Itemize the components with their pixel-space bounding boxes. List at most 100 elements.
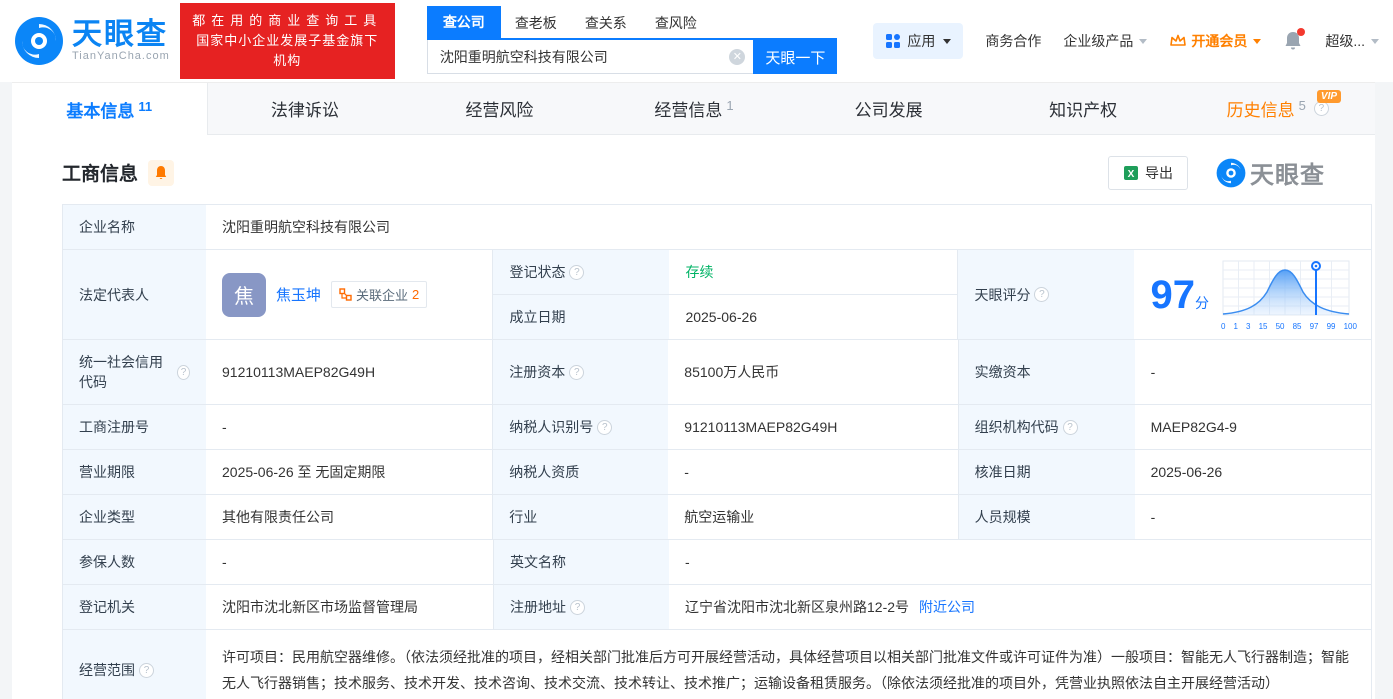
table-row: 参保人数 - 英文名称 - [63,540,1371,585]
taxpayer-quality-label: 纳税人资质 [492,450,668,494]
tab-operation-info[interactable]: 经营信息 1 [597,83,792,134]
company-name-value: 沈阳重明航空科技有限公司 [206,205,1371,249]
reg-authority-label: 登记机关 [63,585,206,629]
search-tab-boss[interactable]: 查老板 [501,8,571,38]
related-companies-badge[interactable]: 关联企业 2 [331,281,427,308]
table-row: 经营范围 ? 许可项目：民用航空器维修。（依法须经批准的项目，经相关部门批准后方… [63,630,1371,699]
taxpayer-id-label: 纳税人识别号 [509,417,593,437]
export-button[interactable]: X 导出 [1108,156,1188,190]
nav-open-vip[interactable]: 开通会员 [1169,31,1261,51]
industry-label: 行业 [492,495,668,539]
table-row: 工商注册号 - 纳税人识别号 ? 91210113MAEP82G49H 组织机构… [63,405,1371,450]
nav-business-cooperation[interactable]: 商务合作 [985,31,1041,51]
search-area: 查公司 查老板 查关系 查风险 ✕ 天眼一下 [427,8,838,74]
reg-capital-value: 85100万人民币 [668,340,957,404]
vip-label: 开通会员 [1191,31,1247,51]
score-label: 天眼评分 [974,285,1030,305]
slogan-banner: 都在用的商业查询工具 国家中小企业发展子基金旗下机构 [180,3,395,79]
reg-address-label: 注册地址 [510,597,566,617]
notifications-bell-icon[interactable] [1283,30,1303,52]
reg-number-label: 工商注册号 [63,405,206,449]
svg-text:X: X [1128,169,1135,180]
business-term-value: 2025-06-26 至 无固定期限 [206,450,492,494]
reg-status-value: 存续 [669,250,957,294]
tab-basic-info[interactable]: 基本信息 11 [12,83,208,135]
business-scope-value: 许可项目：民用航空器维修。（依法须经批准的项目，经相关部门批准后方可开展经营活动… [206,630,1371,699]
tab-company-development[interactable]: 公司发展 [791,83,986,134]
reg-authority-value: 沈阳市沈北新区市场监督管理局 [206,585,493,629]
company-name-label: 企业名称 [63,205,206,249]
account-label: 超级... [1325,31,1365,51]
credit-code-value: 91210113MAEP82G49H [206,340,492,404]
help-icon[interactable]: ? [597,420,612,435]
watermark-swirl-icon [1216,158,1246,188]
business-scope-label-cell: 经营范围 ? [63,630,206,699]
reg-address-cell: 辽宁省沈阳市沈北新区泉州路12-2号 附近公司 [669,585,1371,629]
enterprise-caret-icon [1139,39,1147,44]
tab-operation-risk[interactable]: 经营风险 [402,83,597,134]
reg-capital-label-cell: 注册资本 ? [492,340,668,404]
search-button[interactable]: 天眼一下 [753,40,837,74]
credit-code-label-cell: 统一社会信用代码 ? [63,340,206,404]
nav-user-account[interactable]: 超级... [1325,31,1379,51]
help-icon[interactable]: ? [569,265,584,280]
monitor-bell-icon[interactable] [148,160,174,186]
help-icon[interactable]: ? [1034,287,1049,302]
tab-intellectual-property[interactable]: 知识产权 [986,83,1181,134]
search-tab-company[interactable]: 查公司 [427,6,501,38]
help-icon[interactable]: ? [1063,420,1078,435]
score-value: 97 [1150,273,1195,317]
taxpayer-quality-value: - [668,450,957,494]
help-icon[interactable]: ? [139,663,154,678]
search-tabs: 查公司 查老板 查关系 查风险 [427,8,838,38]
taxpayer-id-value: 91210113MAEP82G49H [668,405,957,449]
reg-address-label-cell: 注册地址 ? [493,585,669,629]
account-caret-icon [1371,39,1379,44]
reg-status-label-cell: 登记状态 ? [493,250,669,294]
search-tab-risk[interactable]: 查风险 [641,8,711,38]
business-term-label: 营业期限 [63,450,206,494]
table-row: 法定代表人 焦 焦玉坤 关联企业 2 登记状态 [63,250,1371,340]
tianyancha-logo[interactable]: 天眼查 TianYanCha.com [14,16,170,66]
staff-size-value: - [1135,495,1371,539]
table-row: 企业类型 其他有限责任公司 行业 航空运输业 人员规模 - [63,495,1371,540]
cooperation-label: 商务合作 [985,31,1041,51]
business-scope-label: 经营范围 [79,660,135,680]
search-tab-relation[interactable]: 查关系 [571,8,641,38]
table-row: 统一社会信用代码 ? 91210113MAEP82G49H 注册资本 ? 851… [63,340,1371,405]
company-type-value: 其他有限责任公司 [206,495,492,539]
table-row: 营业期限 2025-06-26 至 无固定期限 纳税人资质 - 核准日期 202… [63,450,1371,495]
tab-history-info[interactable]: VIP 历史信息 5 ? [1180,83,1375,134]
search-input[interactable] [428,49,754,65]
slogan-line1: 都在用的商业查询工具 [190,11,385,31]
help-icon[interactable]: ? [569,365,584,380]
help-icon[interactable]: ? [570,600,585,615]
score-unit: 分 [1195,295,1209,311]
apps-menu[interactable]: 应用 [873,23,963,59]
org-code-label-cell: 组织机构代码 ? [958,405,1135,449]
nearby-companies-link[interactable]: 附近公司 [919,597,975,617]
apps-caret-icon [943,39,951,44]
excel-icon: X [1123,165,1139,181]
legal-rep-avatar[interactable]: 焦 [222,273,266,317]
top-header: 天眼查 TianYanCha.com 都在用的商业查询工具 国家中小企业发展子基… [0,0,1393,82]
industry-value: 航空运输业 [668,495,957,539]
legal-rep-cell: 焦 焦玉坤 关联企业 2 [206,250,492,339]
help-icon[interactable]: ? [1314,101,1329,116]
related-count: 2 [412,287,419,302]
score-cell: 97分 [1134,250,1371,339]
help-icon[interactable]: ? [177,365,190,380]
vip-badge: VIP [1317,90,1341,103]
legal-rep-label: 法定代表人 [63,250,206,339]
table-row: 登记机关 沈阳市沈北新区市场监督管理局 注册地址 ? 辽宁省沈阳市沈北新区泉州路… [63,585,1371,630]
enterprise-label: 企业级产品 [1063,31,1133,51]
taxpayer-id-label-cell: 纳税人识别号 ? [492,405,668,449]
tab-legal-litigation[interactable]: 法律诉讼 [208,83,403,134]
tab-label: 知识产权 [1049,96,1117,121]
company-tabbar: 基本信息 11 法律诉讼 经营风险 经营信息 1 公司发展 知识产权 VIP 历… [12,82,1375,135]
clear-search-icon[interactable]: ✕ [729,49,745,65]
business-info-table: 企业名称 沈阳重明航空科技有限公司 法定代表人 焦 焦玉坤 关联企业 2 [62,204,1372,699]
reg-capital-label: 注册资本 [509,362,565,382]
legal-rep-name-link[interactable]: 焦玉坤 [276,284,321,305]
nav-enterprise-products[interactable]: 企业级产品 [1063,31,1147,51]
